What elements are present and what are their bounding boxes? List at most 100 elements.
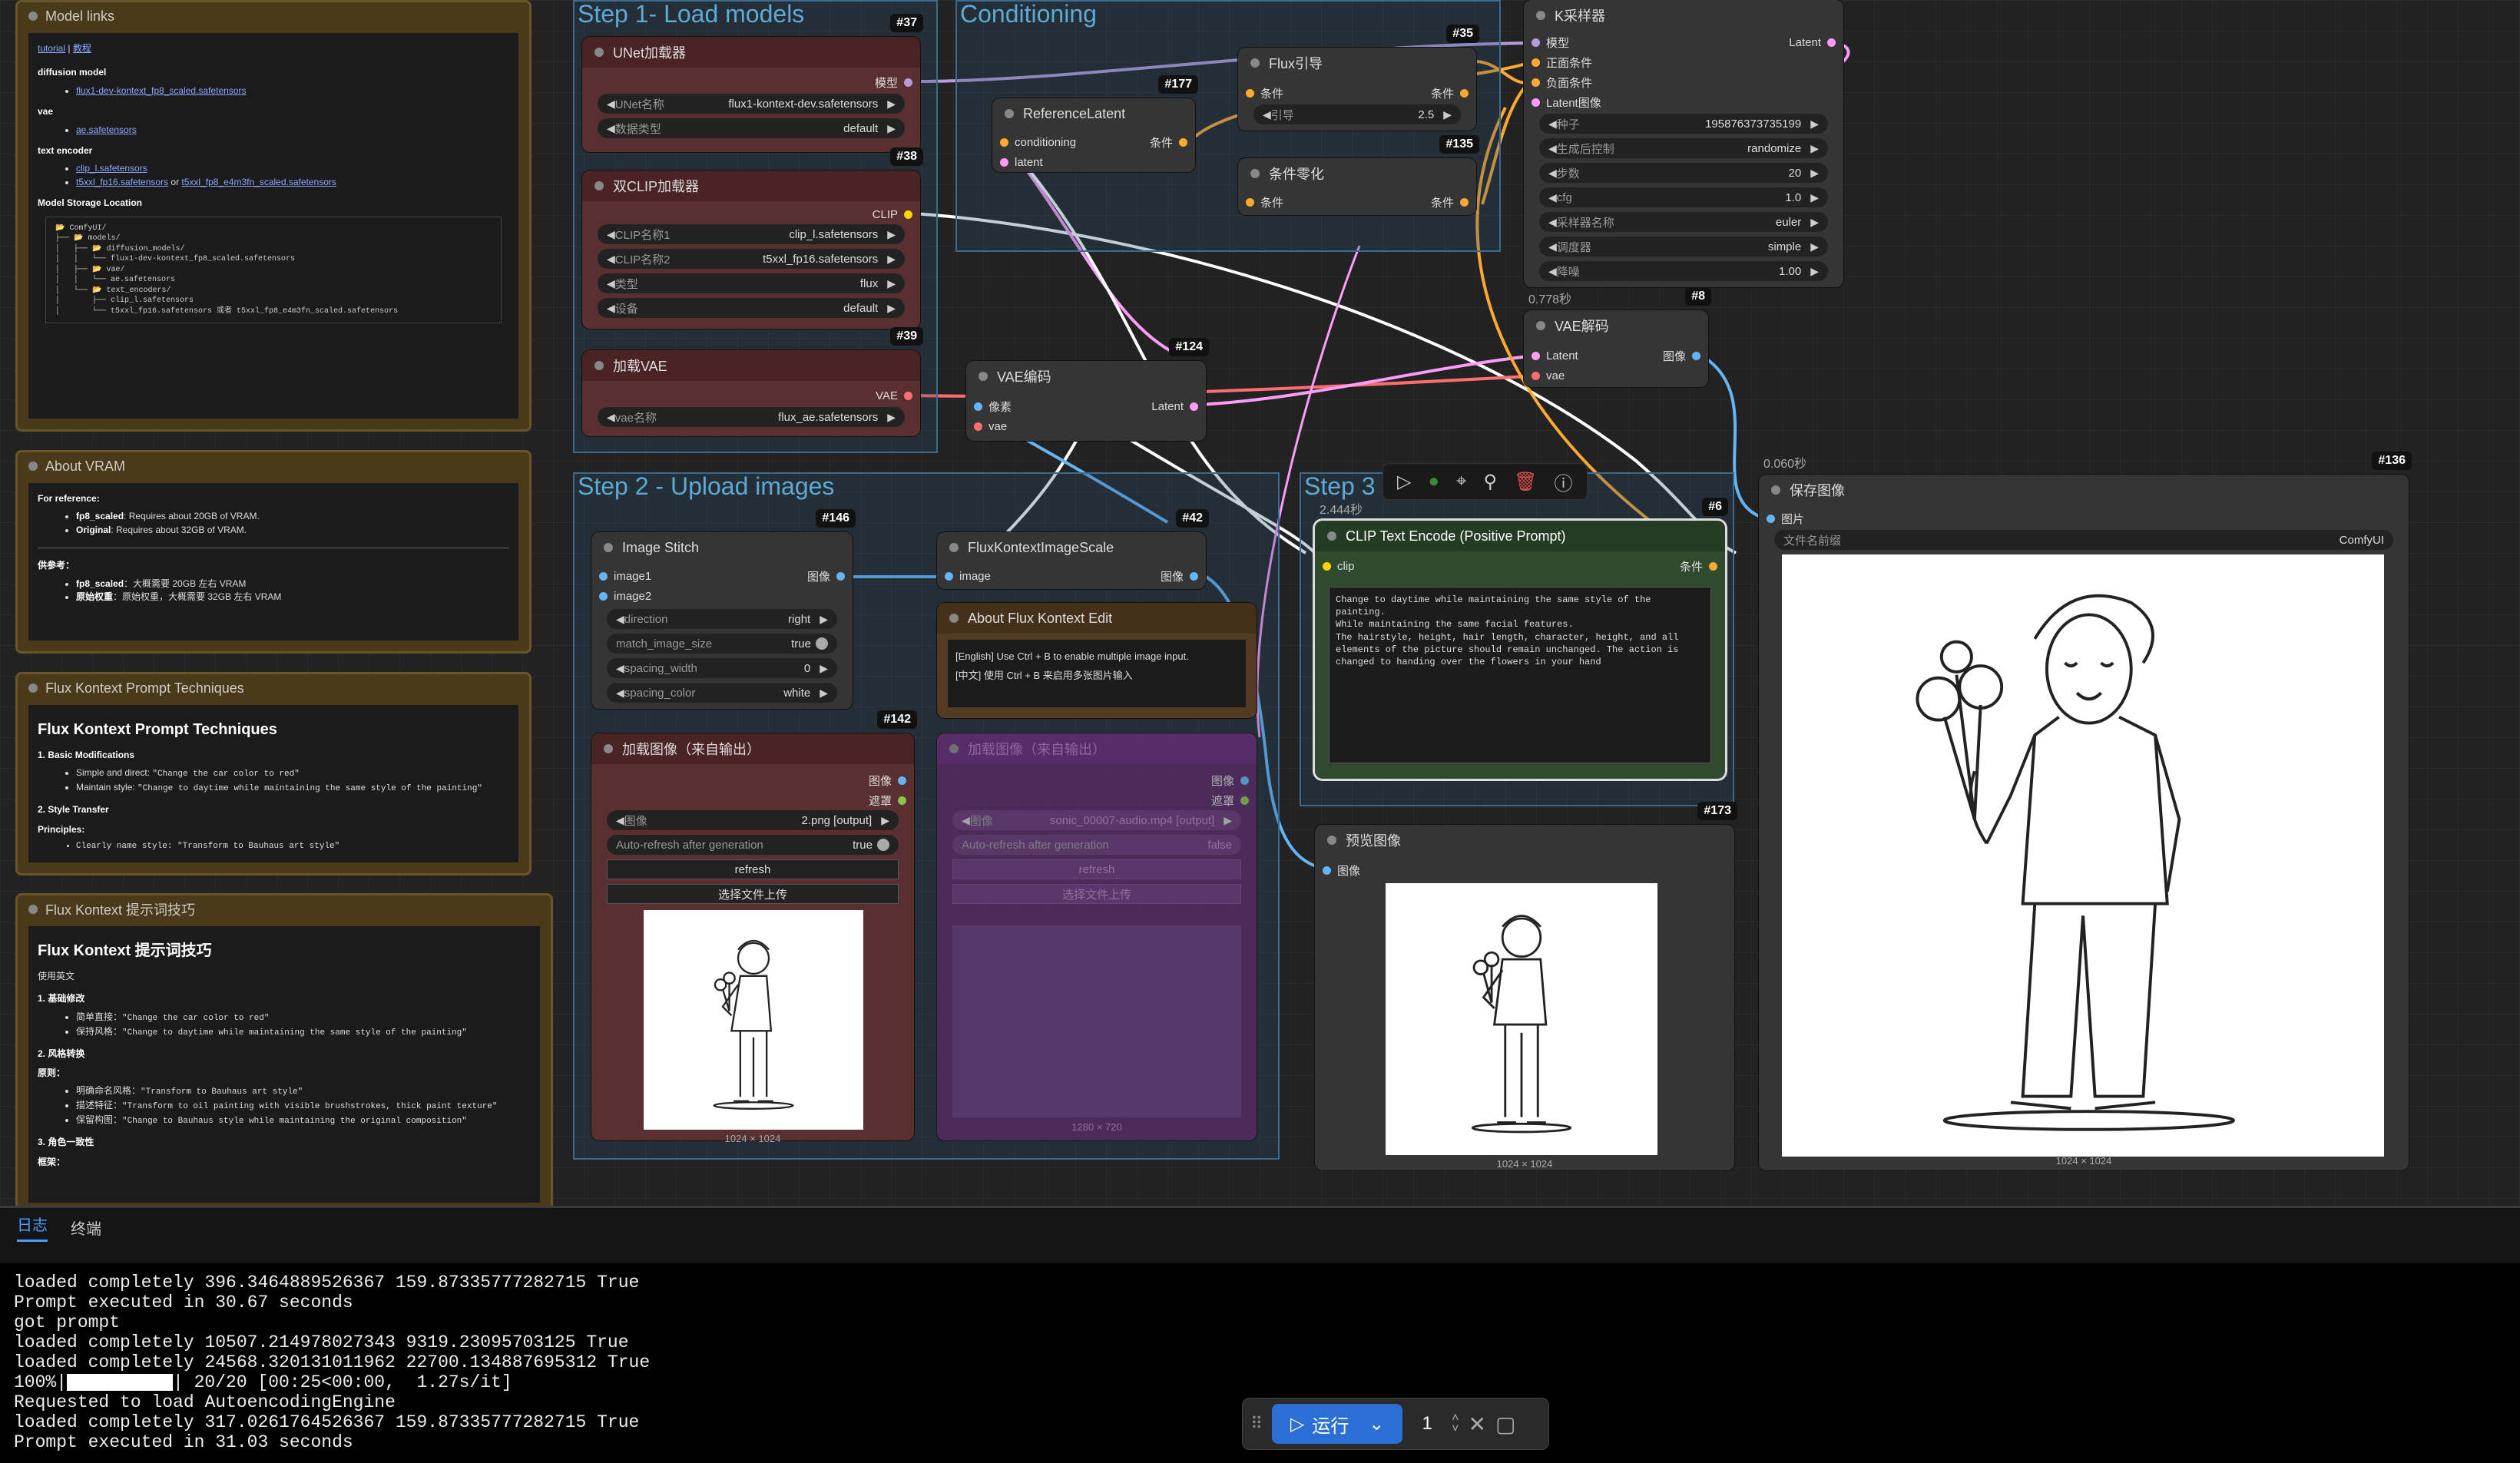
output-dot-icon[interactable]: [836, 571, 845, 581]
collapse-dot-icon[interactable]: [949, 614, 959, 623]
tab-log[interactable]: 日志: [17, 1213, 48, 1242]
scheduler-widget[interactable]: ◀ 调度器 simple ▶: [1539, 237, 1828, 257]
input-dot-icon[interactable]: [599, 571, 608, 581]
node-vae-decode[interactable]: 0.778秒 #8 VAE解码 Latent vae 图像: [1524, 287, 1711, 387]
collapse-dot-icon[interactable]: [1327, 531, 1336, 541]
input-dot-icon[interactable]: [945, 571, 953, 581]
output-dot-icon[interactable]: [904, 210, 912, 219]
spacing-color-widget[interactable]: ◀ spacing_color white ▶: [607, 683, 837, 703]
left-arrow-icon[interactable]: ◀: [1548, 216, 1557, 229]
pin-icon[interactable]: ⚲: [1483, 471, 1497, 493]
collapse-dot-icon[interactable]: [28, 462, 38, 471]
input-dot-icon[interactable]: [1323, 866, 1331, 875]
prompt-textarea[interactable]: Change to daytime while maintaining the …: [1329, 587, 1711, 763]
left-arrow-icon[interactable]: ◀: [1548, 265, 1557, 278]
input-dot-icon[interactable]: [1246, 197, 1254, 207]
output-dot-icon[interactable]: [1240, 796, 1249, 805]
unet-name-widget[interactable]: ◀ UNet名称 flux1-kontext-dev.safetensors ▶: [598, 94, 905, 114]
left-arrow-icon[interactable]: ◀: [616, 662, 624, 675]
t5xxl-fp8-link[interactable]: t5xxl_fp8_e4m3fn_scaled.safetensors: [181, 177, 336, 187]
right-arrow-icon[interactable]: ▶: [1810, 191, 1819, 204]
left-arrow-icon[interactable]: ◀: [1548, 118, 1557, 131]
node-unet-loader[interactable]: #37 UNet加载器 模型 ◀ UNet名称 flux1-kontext-dev.…: [582, 14, 923, 152]
sampler-name-widget[interactable]: ◀ 采样器名称 euler ▶: [1539, 212, 1828, 232]
right-arrow-icon[interactable]: ▶: [1810, 118, 1819, 131]
collapse-dot-icon[interactable]: [28, 684, 38, 693]
stepper-icon[interactable]: ˄ ˅: [1452, 1412, 1459, 1435]
output-dot-icon[interactable]: [898, 776, 906, 785]
auto-refresh-toggle[interactable]: Auto-refresh after generation true: [607, 835, 899, 855]
right-arrow-icon[interactable]: ▶: [887, 253, 896, 266]
collapse-dot-icon[interactable]: [979, 372, 988, 381]
left-arrow-icon[interactable]: ◀: [616, 613, 624, 626]
input-dot-icon[interactable]: [1532, 98, 1540, 107]
auto-refresh-toggle[interactable]: Auto-refresh after generation false: [952, 835, 1241, 855]
left-arrow-icon[interactable]: ◀: [1548, 240, 1557, 253]
output-dot-icon[interactable]: [1692, 351, 1700, 360]
node-clip-text-encode[interactable]: 2.444秒 #6 CLIP Text Encode (Positive Pro…: [1315, 498, 1728, 779]
filename-prefix-widget[interactable]: 文件名前缀 ComfyUI: [1774, 530, 2393, 550]
input-dot-icon[interactable]: [1323, 561, 1331, 571]
spacing-width-widget[interactable]: ◀ spacing_width 0 ▶: [607, 658, 837, 678]
output-dot-icon[interactable]: [1827, 38, 1836, 47]
note-vram[interactable]: About VRAM For reference: fp8_scaled: Re…: [15, 450, 531, 654]
node-vae-loader[interactable]: #39 加载VAE VAE ◀ vae名称 flux_ae.safetensors ▶: [582, 327, 923, 436]
left-arrow-icon[interactable]: ◀: [607, 277, 615, 290]
input-dot-icon[interactable]: [1767, 514, 1775, 523]
node-canvas[interactable]: Step 1- Load models Conditioning Step 2 …: [0, 0, 2520, 1206]
bypass-icon[interactable]: ⌖: [1456, 471, 1467, 492]
clip-name2-widget[interactable]: ◀ CLIP名称2 t5xxl_fp16.safetensors ▶: [598, 249, 905, 269]
note-model-links[interactable]: Model links tutorial | 教程 diffusion mode…: [15, 0, 531, 432]
output-dot-icon[interactable]: [904, 78, 912, 87]
output-dot-icon[interactable]: [1709, 561, 1717, 571]
note-prompt-techniques-cn[interactable]: Flux Kontext 提示词技巧 Flux Kontext 提示词技巧 使用…: [15, 893, 553, 1206]
output-dot-icon[interactable]: [1190, 571, 1198, 581]
clip-l-link[interactable]: clip_l.safetensors: [76, 163, 147, 174]
device-widget[interactable]: ◀ 设备 default ▶: [598, 298, 905, 318]
right-arrow-icon[interactable]: ▶: [887, 302, 896, 315]
dtype-widget[interactable]: ◀ 数据类型 default ▶: [598, 118, 905, 138]
collapse-dot-icon[interactable]: [1327, 836, 1336, 845]
input-dot-icon[interactable]: [599, 591, 608, 601]
refresh-button[interactable]: refresh: [607, 859, 899, 879]
clip-name1-widget[interactable]: ◀ CLIP名称1 clip_l.safetensors ▶: [598, 224, 905, 244]
color-picker-icon[interactable]: ●: [1428, 471, 1439, 492]
collapse-dot-icon[interactable]: [594, 361, 604, 370]
right-arrow-icon[interactable]: ▶: [1810, 167, 1819, 180]
node-flux-kontext-image-scale[interactable]: #42 FluxKontextImageScale image 图像: [937, 509, 1209, 589]
right-arrow-icon[interactable]: ▶: [887, 277, 896, 290]
queue-count-input[interactable]: 1: [1412, 1413, 1442, 1435]
collapse-dot-icon[interactable]: [1536, 321, 1545, 330]
input-dot-icon[interactable]: [1532, 78, 1540, 87]
right-arrow-icon[interactable]: ▶: [1443, 108, 1452, 121]
node-preview-image[interactable]: #173 预览图像 图像 1024 × 1024: [1315, 802, 1737, 1170]
node-vae-encode[interactable]: #124 VAE编码 像素 vae Latent: [966, 338, 1209, 441]
left-arrow-icon[interactable]: ◀: [607, 228, 615, 241]
left-arrow-icon[interactable]: ◀: [607, 302, 615, 315]
left-arrow-icon[interactable]: ◀: [1263, 108, 1271, 121]
output-dot-icon[interactable]: [1190, 402, 1198, 411]
output-dot-icon[interactable]: [1460, 197, 1469, 207]
tutorial-cn-link[interactable]: 教程: [73, 43, 91, 54]
node-save-image[interactable]: 0.060秒 #136 保存图像 图片 文件名前缀 ComfyUI 1024 × …: [1759, 452, 2412, 1170]
control-after-generate-widget[interactable]: ◀ 生成后控制 randomize ▶: [1539, 138, 1828, 158]
right-arrow-icon[interactable]: ▶: [1810, 142, 1819, 155]
stop-icon[interactable]: ▢: [1495, 1412, 1515, 1437]
left-arrow-icon[interactable]: ◀: [616, 814, 624, 827]
node-about-flux-kontext-edit[interactable]: About Flux Kontext Edit [English] Use Ct…: [937, 603, 1257, 718]
t5xxl-fp16-link[interactable]: t5xxl_fp16.safetensors: [76, 177, 168, 187]
right-arrow-icon[interactable]: ▶: [820, 662, 828, 675]
left-arrow-icon[interactable]: ◀: [607, 253, 615, 266]
upload-file-button[interactable]: 选择文件上传: [607, 884, 899, 904]
right-arrow-icon[interactable]: ▶: [887, 98, 896, 111]
direction-widget[interactable]: ◀ direction right ▶: [607, 609, 837, 629]
node-flux-guidance[interactable]: #35 Flux引导 条件 条件 ◀ 引导 2.5 ▶: [1238, 25, 1479, 131]
close-icon[interactable]: ✕: [1468, 1412, 1485, 1437]
collapse-dot-icon[interactable]: [28, 12, 38, 21]
collapse-dot-icon[interactable]: [1005, 109, 1014, 118]
toggle-knob-icon[interactable]: [816, 637, 828, 650]
guidance-widget[interactable]: ◀ 引导 2.5 ▶: [1253, 104, 1461, 124]
delete-icon[interactable]: 🗑: [1514, 471, 1537, 493]
diffusion-model-link[interactable]: flux1-dev-kontext_fp8_scaled.safetensors: [76, 85, 246, 96]
input-dot-icon[interactable]: [1532, 351, 1540, 360]
